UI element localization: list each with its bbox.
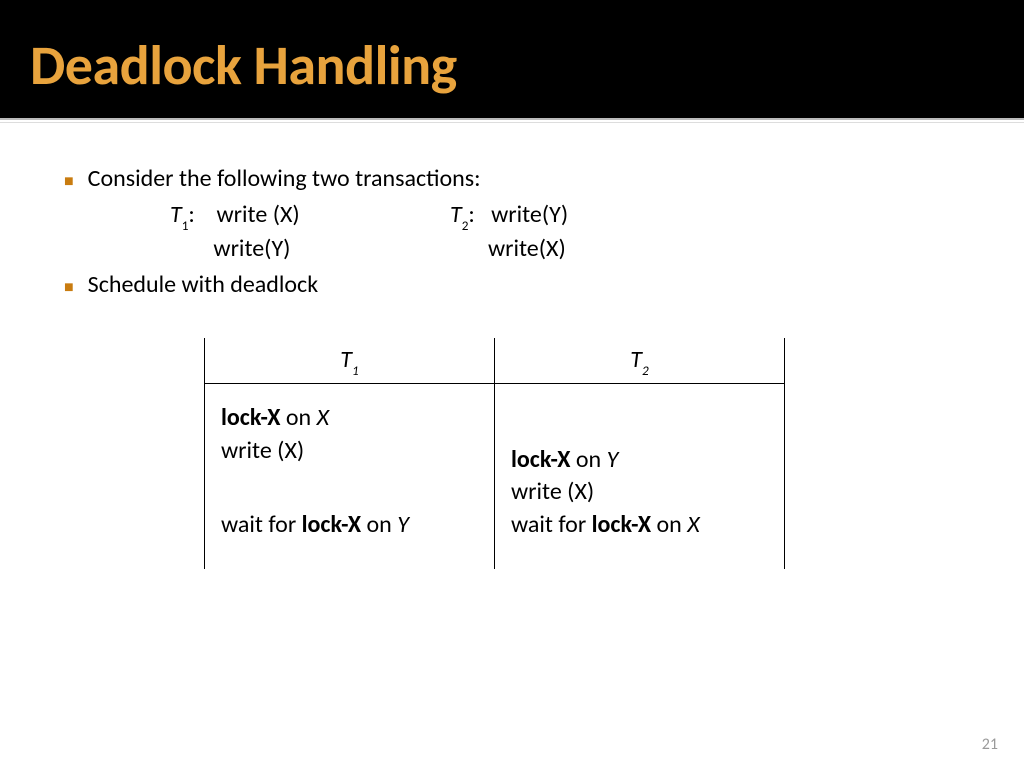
slide-title: Deadlock Handling — [30, 32, 994, 100]
bullet-icon: ■ — [64, 277, 74, 299]
bullet-1: ■ Consider the following two transaction… — [64, 163, 974, 195]
schedule-table: T1 T2 lock-X on X write (X) wait for loc… — [204, 338, 785, 569]
slide: Deadlock Handling ■ Consider the followi… — [0, 0, 1024, 768]
bullet-2: ■ Schedule with deadlock — [64, 269, 974, 301]
schedule-t2-cell: lock-X on Y write (X) wait for lock-X on… — [495, 384, 785, 569]
t2-line2: write(X) — [450, 233, 730, 265]
slide-header: Deadlock Handling — [0, 0, 1024, 118]
schedule-header-t1: T1 — [205, 338, 495, 384]
slide-body: ■ Consider the following two transaction… — [0, 125, 1024, 569]
page-number: 21 — [982, 735, 998, 754]
t2-line1: T2: write(Y) — [450, 199, 730, 233]
schedule-t1-cell: lock-X on X write (X) wait for lock-X on… — [205, 384, 495, 569]
schedule-header-t2: T2 — [495, 338, 785, 384]
bullet-2-text: Schedule with deadlock — [88, 269, 318, 301]
transactions-block: T1: write (X) T2: write(Y) write(Y) writ… — [64, 199, 974, 265]
bullet-1-text: Consider the following two transactions: — [88, 163, 481, 195]
bullet-icon: ■ — [64, 171, 74, 193]
t1-line1: T1: write (X) — [170, 199, 450, 233]
header-divider — [0, 118, 1024, 123]
t1-line2: write(Y) — [170, 233, 450, 265]
schedule-table-wrap: T1 T2 lock-X on X write (X) wait for loc… — [204, 338, 974, 569]
